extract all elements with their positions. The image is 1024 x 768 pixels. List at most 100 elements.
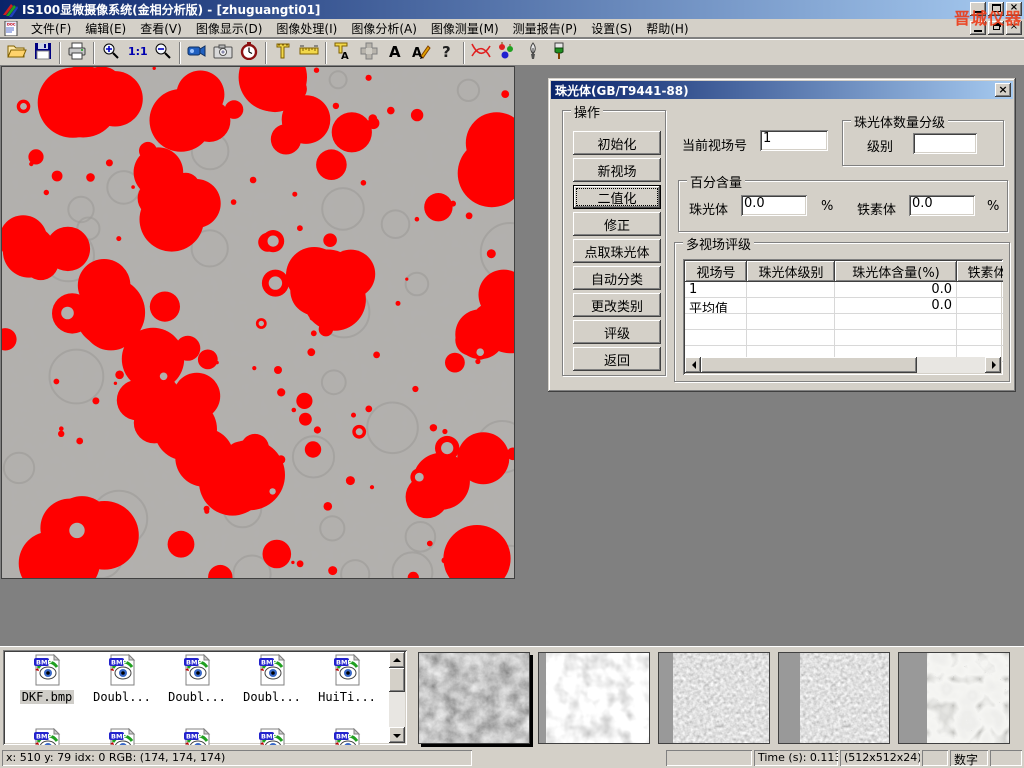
sample-thumbnail-3[interactable] xyxy=(778,652,890,744)
file-browser[interactable]: BMPDKF.bmpBMPDoubl...BMPDoubl...BMPDoubl… xyxy=(3,650,407,745)
menu-item-4[interactable]: 图像处理(I) xyxy=(269,18,344,39)
svg-text:1:1: 1:1 xyxy=(128,45,147,58)
help-icon: ? xyxy=(440,42,454,63)
camera-button[interactable] xyxy=(210,41,236,65)
menu-item-8[interactable]: 设置(S) xyxy=(584,18,639,39)
op-button-1[interactable]: 新视场 xyxy=(573,158,661,182)
table-col-header-3[interactable]: 铁素体 xyxy=(957,261,1003,282)
zoom-out-button[interactable] xyxy=(150,41,176,65)
file-vscrollbar[interactable] xyxy=(389,652,405,743)
text-a-icon: A xyxy=(387,42,403,63)
file-item-4[interactable]: BMPHuiTi... xyxy=(311,654,383,704)
multifield-table[interactable]: 视场号珠光体级别珠光体含量(%)铁素体10.0平均值0.0 xyxy=(683,259,1003,375)
svg-text:BMP: BMP xyxy=(261,659,277,667)
menu-item-0[interactable]: 文件(F) xyxy=(24,18,78,39)
menu-item-9[interactable]: 帮助(H) xyxy=(639,18,695,39)
current-field-input[interactable]: 1 xyxy=(760,130,828,151)
dialog-close-button[interactable]: × xyxy=(995,83,1011,97)
timer-button[interactable] xyxy=(236,41,262,65)
file-item-0[interactable]: BMPDKF.bmp xyxy=(11,654,83,704)
op-button-4[interactable]: 点取珠光体 xyxy=(573,239,661,263)
file-item-row2-3[interactable]: BMP xyxy=(236,728,308,745)
text-a-button[interactable]: A xyxy=(382,41,408,65)
scroll-up-button[interactable] xyxy=(389,652,405,668)
actual-size-button[interactable]: 1:1 xyxy=(124,41,150,65)
scroll-right-button[interactable] xyxy=(985,357,1001,373)
file-name: DKF.bmp xyxy=(20,690,75,704)
table-hscrollbar[interactable] xyxy=(685,357,1001,373)
file-item-row2-1[interactable]: BMP xyxy=(86,728,158,745)
dialog-title-bar[interactable]: 珠光体(GB/T9441-88) × xyxy=(551,81,1013,99)
document-icon[interactable]: DOC xyxy=(4,21,20,36)
table-col-header-1[interactable]: 珠光体级别 xyxy=(747,261,835,282)
table-row[interactable]: 10.0 xyxy=(685,282,1003,298)
file-item-row2-4[interactable]: BMP xyxy=(311,728,383,745)
zoom-in-button[interactable] xyxy=(98,41,124,65)
toolbar-separator xyxy=(59,42,61,64)
op-button-8[interactable]: 返回 xyxy=(573,347,661,371)
svg-text:BMP: BMP xyxy=(336,733,352,741)
specimen-image[interactable] xyxy=(1,66,515,579)
measure-text-button[interactable]: A xyxy=(330,41,356,65)
menu-item-6[interactable]: 图像测量(M) xyxy=(424,18,506,39)
caliper-button[interactable] xyxy=(270,41,296,65)
op-button-0[interactable]: 初始化 xyxy=(573,131,661,155)
table-cell xyxy=(747,314,835,329)
table-row[interactable] xyxy=(685,314,1003,330)
status-time: Time (s): 0.113 xyxy=(754,750,838,766)
table-cell xyxy=(957,314,1003,329)
file-name: Doubl... xyxy=(241,690,303,704)
op-button-5[interactable]: 自动分类 xyxy=(573,266,661,290)
ruler-button[interactable] xyxy=(296,41,322,65)
file-item-row2-0[interactable]: BMP xyxy=(11,728,83,745)
sample-thumbnail-0[interactable] xyxy=(418,652,530,744)
toolbar-separator xyxy=(463,42,465,64)
menu-item-7[interactable]: 测量报告(P) xyxy=(506,18,585,39)
scroll-down-button[interactable] xyxy=(389,727,405,743)
pen-tool-button[interactable] xyxy=(520,41,546,65)
brush-tool-button[interactable] xyxy=(546,41,572,65)
menu-item-1[interactable]: 编辑(E) xyxy=(78,18,133,39)
file-item-1[interactable]: BMPDoubl... xyxy=(86,654,158,704)
print-button[interactable] xyxy=(64,41,90,65)
scroll-left-button[interactable] xyxy=(685,357,701,373)
vscroll-thumb[interactable] xyxy=(389,668,405,692)
sample-thumbnail-4[interactable] xyxy=(898,652,1010,744)
brush-tool-icon xyxy=(551,42,567,63)
zoom-in-icon xyxy=(102,42,120,63)
save-button[interactable] xyxy=(30,41,56,65)
menu-item-5[interactable]: 图像分析(A) xyxy=(344,18,424,39)
table-col-header-0[interactable]: 视场号 xyxy=(685,261,747,282)
file-item-3[interactable]: BMP Doubl... xyxy=(236,654,308,704)
title-bar[interactable]: IS100显微摄像系统(金相分析版) - [zhuguangti01] × xyxy=(0,0,1024,19)
pearlite-percent-input[interactable]: 0.0 xyxy=(741,195,807,216)
video-camera-button[interactable] xyxy=(184,41,210,65)
sample-thumbnail-1[interactable] xyxy=(538,652,650,744)
op-button-6[interactable]: 更改类别 xyxy=(573,293,661,317)
count-marks-button[interactable] xyxy=(494,41,520,65)
op-button-7[interactable]: 评级 xyxy=(573,320,661,344)
file-item-2[interactable]: BMPDoubl... xyxy=(161,654,233,704)
level-input[interactable] xyxy=(913,133,977,154)
file-item-row2-2[interactable]: BMP xyxy=(161,728,233,745)
operation-group-label: 操作 xyxy=(571,102,603,121)
annotate-a-button[interactable]: A xyxy=(408,41,434,65)
menu-item-3[interactable]: 图像显示(D) xyxy=(189,18,270,39)
op-button-3[interactable]: 修正 xyxy=(573,212,661,236)
sample-thumbnail-2[interactable] xyxy=(658,652,770,744)
open-folder-button[interactable] xyxy=(4,41,30,65)
table-row[interactable] xyxy=(685,330,1003,346)
menu-item-2[interactable]: 查看(V) xyxy=(133,18,189,39)
op-button-2[interactable]: 二值化 xyxy=(573,185,661,209)
current-field-label: 当前视场号 xyxy=(682,135,747,154)
curve-tool-button[interactable] xyxy=(468,41,494,65)
help-button[interactable]: ? xyxy=(434,41,460,65)
ferrite-percent-input[interactable]: 0.0 xyxy=(909,195,975,216)
status-bar: x: 510 y: 79 idx: 0 RGB: (174, 174, 174)… xyxy=(0,748,1024,768)
hscroll-thumb[interactable] xyxy=(701,357,917,373)
table-row[interactable]: 平均值0.0 xyxy=(685,298,1003,314)
bmp-file-icon: BMP xyxy=(180,675,214,689)
pattern-cross-button[interactable] xyxy=(356,41,382,65)
print-icon xyxy=(67,42,87,63)
table-col-header-2[interactable]: 珠光体含量(%) xyxy=(835,261,957,282)
